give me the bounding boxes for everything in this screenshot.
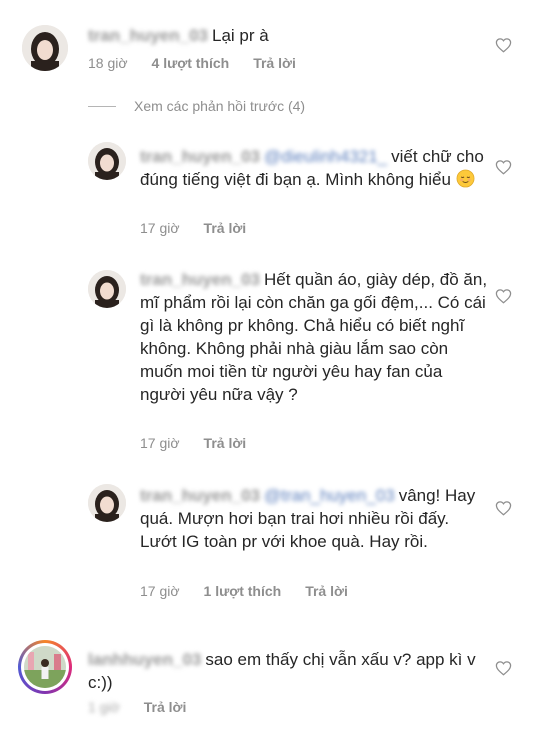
reply-meta: 17 giờ Trả lời (140, 434, 270, 452)
avatar[interactable] (88, 142, 126, 180)
reply-time: 17 giờ (140, 435, 180, 451)
reply-button[interactable]: Trả lời (204, 434, 247, 452)
comment-text: lanhhuyen_03 sao em thấy chị vẫn xấu v? a… (88, 648, 483, 694)
avatar[interactable] (22, 25, 68, 71)
reply-username[interactable]: tran_huyen_03 (140, 268, 260, 291)
comment-body: Lại pr à (212, 26, 269, 45)
reply-text: tran_huyen_03 @dieulinh4321_ viết chữ cho … (140, 145, 485, 194)
comment-meta: 1 giờ Trả lời (88, 698, 210, 716)
comment-username[interactable]: lanhhuyen_03 (88, 648, 201, 671)
relieved-face-emoji (456, 169, 475, 194)
heart-icon[interactable] (495, 660, 512, 676)
view-previous-replies[interactable]: Xem các phản hồi trước (4) (88, 96, 305, 116)
heart-icon[interactable] (495, 159, 512, 175)
comment-text: tran_huyen_03 Lại pr à (88, 24, 483, 47)
comment-likes[interactable]: 4 lượt thích (152, 54, 230, 72)
reply-button[interactable]: Trả lời (144, 698, 187, 716)
reply-button[interactable]: Trả lời (305, 582, 348, 600)
reply-button[interactable]: Trả lời (253, 54, 296, 72)
replies-divider (88, 105, 116, 107)
reply-mention[interactable]: @tran_huyen_03 (264, 484, 395, 507)
reply-meta: 17 giờ Trả lời (140, 219, 270, 237)
reply-likes[interactable]: 1 lượt thích (204, 582, 282, 600)
reply-text: tran_huyen_03 Hết quần áo, giày dép, đồ ă… (140, 268, 488, 406)
avatar[interactable] (88, 484, 126, 522)
heart-icon[interactable] (495, 37, 512, 53)
reply-username[interactable]: tran_huyen_03 (140, 484, 260, 507)
view-previous-label[interactable]: Xem các phản hồi trước (4) (134, 98, 305, 114)
story-avatar[interactable] (18, 640, 72, 694)
reply-button[interactable]: Trả lời (204, 219, 247, 237)
reply-time: 17 giờ (140, 583, 180, 599)
reply-mention[interactable]: @dieulinh4321_ (264, 145, 387, 168)
reply-username[interactable]: tran_huyen_03 (140, 145, 260, 168)
comment-time: 1 giờ (88, 699, 120, 715)
comment-meta: 18 giờ 4 lượt thích Trả lời (88, 54, 320, 72)
reply-text: tran_huyen_03 @tran_huyen_03 vâng! Hay quá… (140, 484, 485, 553)
heart-icon[interactable] (495, 500, 512, 516)
reply-meta: 17 giờ 1 lượt thích Trả lời (140, 582, 372, 600)
reply-time: 17 giờ (140, 220, 180, 236)
heart-icon[interactable] (495, 288, 512, 304)
comment-username[interactable]: tran_huyen_03 (88, 24, 208, 47)
comment-time: 18 giờ (88, 55, 128, 71)
avatar[interactable] (88, 270, 126, 308)
avatar[interactable] (24, 646, 66, 688)
